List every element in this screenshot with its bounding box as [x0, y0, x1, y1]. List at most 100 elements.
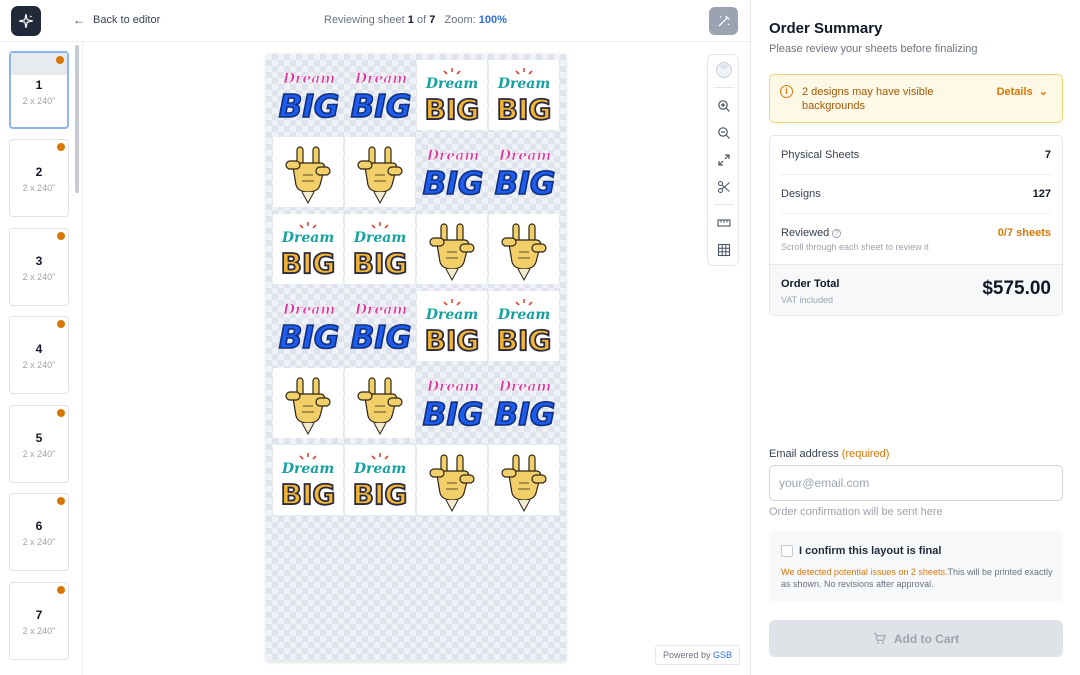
email-label-text: Email address — [769, 448, 839, 460]
design-cell[interactable]: Dream BIG — [273, 214, 343, 284]
canvas-toolbox — [707, 54, 739, 266]
design-cell[interactable]: Dream BIG — [273, 445, 343, 515]
order-total-box: Order Total VAT included $575.00 — [770, 264, 1062, 315]
design-cell[interactable]: Dream BIG — [345, 60, 415, 130]
design-cell[interactable] — [489, 214, 559, 284]
design-cell[interactable] — [417, 214, 487, 284]
sheet-thumbnail[interactable]: 5 2 x 240" — [9, 405, 69, 483]
dream-text: Dream — [498, 379, 551, 395]
email-input[interactable] — [769, 465, 1063, 501]
background-toggle-icon[interactable] — [713, 59, 735, 81]
design-cell[interactable]: Dream BIG — [417, 137, 487, 207]
design-cell[interactable]: Dream BIG — [417, 368, 487, 438]
top-bar: ← Back to editor Reviewing sheet 1 of 7 … — [0, 0, 750, 42]
big-text: BIG — [281, 247, 336, 280]
design-cell[interactable] — [345, 368, 415, 438]
design-cell[interactable] — [273, 368, 343, 438]
back-to-editor-link[interactable]: ← Back to editor — [73, 13, 160, 27]
design-cell[interactable] — [417, 445, 487, 515]
review-prefix: Reviewing sheet — [324, 14, 405, 26]
fit-screen-icon[interactable] — [713, 149, 735, 171]
design-cell[interactable]: Dream BIG — [489, 368, 559, 438]
order-total-label: Order Total — [781, 278, 840, 290]
sheet-thumbnail[interactable]: 4 2 x 240" — [9, 316, 69, 394]
chevron-down-icon: ⌄ — [1035, 86, 1048, 98]
sheet-thumbnail[interactable]: 1 2 x 240" — [9, 51, 69, 129]
dream-big-yellow-sticker: DreamBIG — [496, 299, 552, 358]
total-sheets: 7 — [429, 14, 436, 26]
sheet-thumbnail[interactable]: 6 2 x 240" — [9, 493, 69, 571]
big-text: BIG — [353, 247, 408, 280]
dream-big-yellow-sticker: DreamBIG — [352, 222, 408, 281]
dream-text: Dream — [281, 230, 334, 246]
designs-label: Designs — [781, 188, 821, 200]
app-logo[interactable] — [11, 6, 41, 36]
dream-big-blue-sticker: Dream BIG — [422, 379, 484, 434]
dream-big-yellow-sticker: DreamBIG — [496, 68, 552, 127]
zoom-out-icon[interactable] — [713, 122, 735, 144]
design-cell[interactable]: Dream BIG — [345, 291, 415, 361]
design-cell[interactable]: Dream BIG — [489, 60, 559, 130]
rock-hand-sticker — [429, 454, 475, 513]
design-cell[interactable]: Dream BIG — [489, 137, 559, 207]
rock-hand-sticker — [501, 223, 547, 282]
powered-brand: GSB — [713, 650, 733, 660]
big-text: BIG — [351, 320, 412, 356]
designs-value: 127 — [1032, 188, 1051, 200]
design-cell[interactable] — [273, 137, 343, 207]
zoom-in-icon[interactable] — [713, 95, 735, 117]
dream-big-blue-sticker: Dream BIG — [350, 302, 412, 357]
add-to-cart-button[interactable]: Add to Cart — [769, 620, 1063, 657]
confirm-checkbox[interactable] — [781, 545, 793, 557]
alert-text: 2 designs may have visible backgrounds — [802, 86, 934, 112]
sheet-thumbnail[interactable]: 2 2 x 240" — [9, 139, 69, 217]
scissors-icon[interactable] — [713, 176, 735, 198]
dream-big-blue-sticker: Dream BIG — [494, 379, 556, 434]
sheet-thumbnail[interactable]: 7 2 x 240" — [9, 582, 69, 660]
dream-text: Dream — [425, 76, 478, 92]
dream-text: Dream — [282, 71, 335, 87]
design-cell[interactable]: Dream BIG — [273, 60, 343, 130]
design-cell[interactable] — [489, 445, 559, 515]
sheet-canvas[interactable]: Dream BIG Dream BIG Dream BIG Dream BIG Dream BIG… — [84, 42, 750, 675]
reviewed-hint: Scroll through each sheet to review it — [781, 242, 929, 252]
zoom-label: Zoom: — [444, 14, 476, 26]
help-circle-icon[interactable]: ? — [832, 228, 842, 238]
dream-text: Dream — [354, 71, 407, 87]
dream-big-blue-sticker: Dream BIG — [278, 71, 340, 126]
order-summary-card: Physical Sheets 7 Designs 127 Reviewed ?… — [769, 135, 1063, 316]
thumbnail-size: 2 x 240" — [22, 537, 56, 547]
big-text: BIG — [351, 89, 412, 125]
big-text: BIG — [423, 166, 484, 202]
dream-text: Dream — [498, 148, 551, 164]
email-required-tag: (required) — [841, 448, 890, 460]
warning-dot — [57, 497, 65, 505]
design-cell[interactable]: Dream BIG — [273, 291, 343, 361]
confirm-label[interactable]: I confirm this layout is final — [799, 545, 941, 557]
sheet-thumbnail[interactable]: 3 2 x 240" — [9, 228, 69, 306]
design-cell[interactable] — [345, 137, 415, 207]
dream-big-blue-sticker: Dream BIG — [494, 148, 556, 203]
sheet-sidebar[interactable]: 1 2 x 240" 2 2 x 240" 3 2 x 240" 4 2 x 240" 5 2 x… — [0, 42, 83, 675]
big-text: BIG — [495, 397, 556, 433]
grid-icon[interactable] — [713, 239, 735, 261]
confirm-warning-highlight: We detected potential issues on 2 sheets… — [781, 567, 948, 577]
design-cell[interactable]: Dream BIG — [417, 60, 487, 130]
alert-details-toggle[interactable]: Details ⌄ — [997, 85, 1048, 98]
vat-note: VAT included — [781, 295, 834, 305]
design-cell[interactable]: Dream BIG — [417, 291, 487, 361]
thumbnail-size: 2 x 240" — [22, 360, 56, 370]
sidebar-scrollbar[interactable] — [75, 45, 79, 193]
reviewed-row: Reviewed ? Scroll through each sheet to … — [781, 227, 1051, 252]
thumbnail-number: 6 — [35, 519, 43, 533]
rock-hand-sticker — [357, 377, 403, 436]
thumbnail-number: 7 — [35, 608, 43, 622]
powered-by-badge[interactable]: Powered by GSB — [655, 645, 741, 665]
ruler-icon[interactable] — [713, 212, 735, 234]
design-cell[interactable]: Dream BIG — [489, 291, 559, 361]
design-cell[interactable]: Dream BIG — [345, 445, 415, 515]
design-cell[interactable]: Dream BIG — [345, 214, 415, 284]
dream-big-yellow-sticker: DreamBIG — [280, 453, 336, 512]
magic-tools-button[interactable] — [709, 7, 738, 35]
order-summary-panel: Order Summary Please review your sheets … — [750, 0, 1080, 675]
